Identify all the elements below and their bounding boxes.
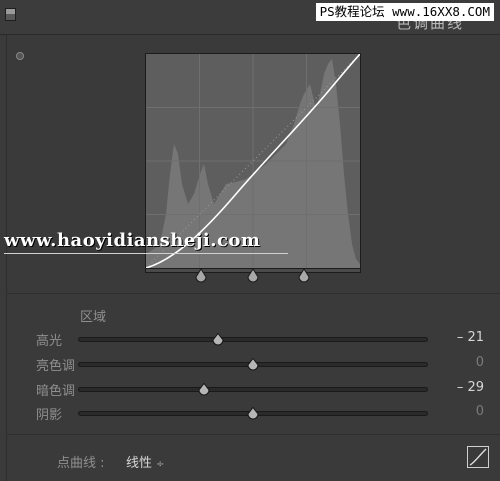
slider-track-highlights[interactable] [78,337,428,342]
target-adjust-icon[interactable] [16,52,24,60]
point-curve-value: 线性 [126,456,153,471]
slider-label-lights: 亮色调 [36,359,76,374]
slider-value-lights[interactable]: 0 [434,355,484,370]
square-toggle-icon[interactable] [5,8,16,21]
tone-curve-panel: 色调曲线 PS教程论坛 www.16XX8.COM www.haoyidians… [0,0,500,481]
slider-track-darks[interactable] [78,387,428,392]
slider-thumb-shadows[interactable] [247,407,259,420]
slider-thumb-darks[interactable] [198,383,210,396]
split-handle-midtones[interactable] [246,268,260,284]
slider-thumb-lights[interactable] [247,358,259,371]
point-curve-label: 点曲线 : [57,456,105,471]
split-handle-shadows[interactable] [194,268,208,284]
chevron-updown-icon: ÷ [156,459,165,470]
slider-label-shadows: 阴影 [36,408,63,423]
section-divider-bottom [6,434,500,435]
point-curve-select[interactable]: 线性 ÷ [126,452,164,471]
section-divider-top [6,293,500,294]
graph-watermark: www.haoyidiansheji.com [4,230,261,251]
slider-value-highlights[interactable]: – 21 [434,330,484,345]
curve-edit-icon[interactable] [467,446,489,468]
watermark-underline [4,253,288,254]
slider-label-darks: 暗色调 [36,384,76,399]
slider-value-darks[interactable]: – 29 [434,380,484,395]
slider-thumb-highlights[interactable] [212,333,224,346]
panel-header[interactable]: 色调曲线 PS教程论坛 www.16XX8.COM [0,0,500,35]
curve-edit-glyph [469,448,487,466]
slider-value-shadows[interactable]: 0 [434,404,484,419]
panel-left-border [6,34,7,481]
site-watermark: PS教程论坛 www.16XX8.COM [315,3,494,21]
region-label: 区域 [80,310,107,325]
slider-label-highlights: 高光 [36,334,63,349]
split-handle-highlights[interactable] [297,268,311,284]
